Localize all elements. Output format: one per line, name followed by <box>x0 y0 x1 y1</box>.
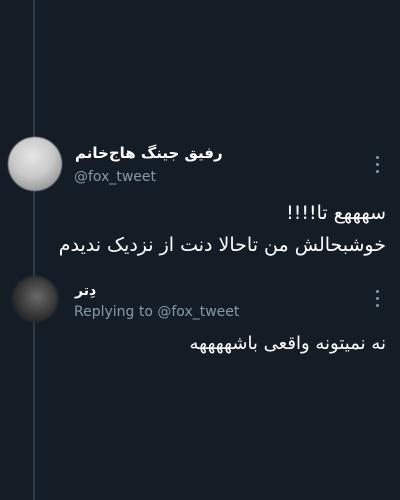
dot <box>375 170 379 173</box>
dot <box>375 297 379 300</box>
dot <box>375 290 379 293</box>
dot <box>375 304 379 307</box>
tweet-text-line2: خوشبحالش من تاحالا دنت از نزدیک ندیدم <box>58 234 386 256</box>
author-handle[interactable]: @fox_tweet <box>74 169 156 185</box>
thread-line <box>33 0 35 500</box>
author-name[interactable]: رفیق جینگ هاج‌خانم <box>75 144 223 162</box>
reply-text: نه نمیتونه واقعی باشههههه <box>189 333 386 354</box>
more-options-icon[interactable] <box>372 156 382 173</box>
more-options-icon[interactable] <box>372 290 382 307</box>
replying-to[interactable]: Replying to @fox_tweet <box>74 304 239 320</box>
avatar[interactable] <box>12 276 58 322</box>
reply-author-name[interactable]: دِتر <box>75 283 96 299</box>
dot <box>375 163 379 166</box>
tweet-text-line1: سهههع تا!!!! <box>286 202 386 224</box>
dot <box>375 156 379 159</box>
avatar[interactable] <box>8 137 62 191</box>
